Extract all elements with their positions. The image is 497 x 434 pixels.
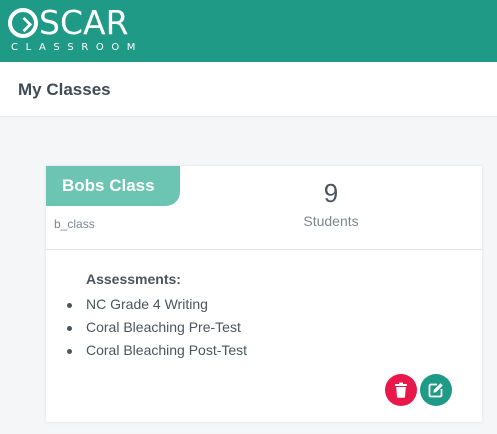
class-code: b_class: [54, 217, 95, 231]
page-title: My Classes: [18, 80, 111, 99]
logo-o-icon: [8, 8, 38, 38]
top-bar: SCAR CLASSROOM: [0, 0, 497, 62]
logo-text: SCAR: [39, 3, 129, 42]
student-count: 9: [323, 178, 339, 208]
edit-class-button[interactable]: [420, 374, 452, 406]
class-name[interactable]: Bobs Class: [46, 166, 180, 206]
list-item: NC Grade 4 Writing: [66, 293, 247, 316]
assessment-list: NC Grade 4 Writing Coral Bleaching Pre-T…: [66, 293, 247, 362]
class-card-header: Bobs Class b_class 9 Students: [46, 166, 482, 250]
trash-icon: [395, 382, 407, 398]
student-count-label: Students: [303, 213, 359, 229]
list-item: Coral Bleaching Pre-Test: [66, 316, 247, 339]
delete-class-button[interactable]: [385, 374, 417, 406]
list-item: Coral Bleaching Post-Test: [66, 339, 247, 362]
title-bar: My Classes: [0, 62, 497, 117]
class-card: Bobs Class b_class 9 Students Assessment…: [46, 166, 482, 422]
edit-icon: [428, 383, 443, 398]
oscar-logo[interactable]: SCAR CLASSROOM: [8, 4, 143, 54]
logo-subtitle: CLASSROOM: [11, 42, 144, 53]
assessments-title: Assessments:: [86, 271, 181, 287]
